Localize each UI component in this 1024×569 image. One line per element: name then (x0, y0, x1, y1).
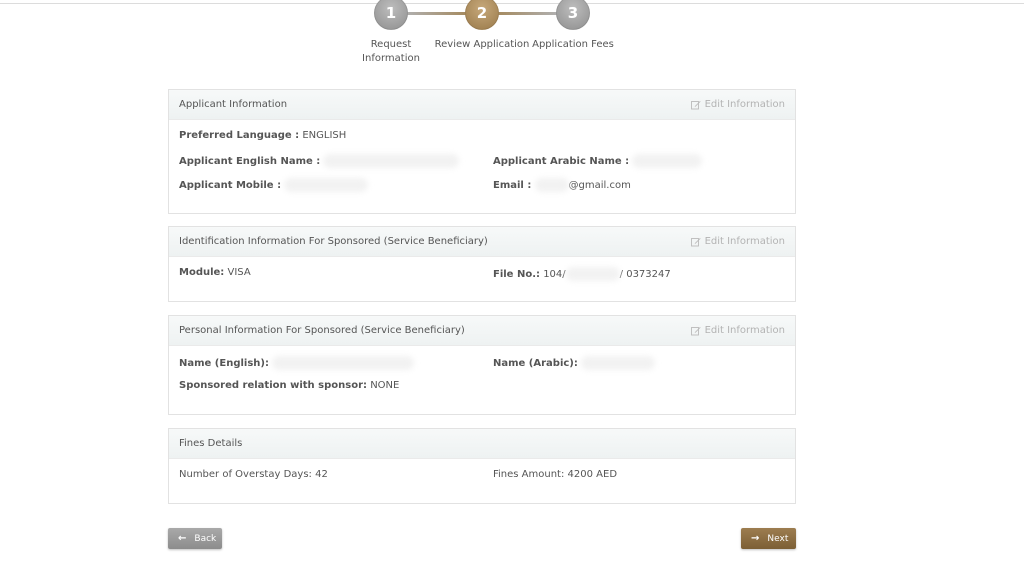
email-label: Email : (493, 180, 532, 191)
redacted-file-number (565, 267, 620, 281)
next-button-label: Next (767, 533, 789, 544)
edit-information-label: Edit Information (704, 325, 785, 336)
arrow-left-icon: ← (178, 533, 187, 544)
preferred-language-row: Preferred Language : ENGLISH (179, 130, 346, 141)
name-arabic-label: Name (Arabic): (493, 358, 578, 369)
overstay-days-row: Number of Overstay Days: 42 (179, 469, 328, 480)
file-number-suffix: / 0373247 (619, 269, 671, 280)
edit-information-link[interactable]: Edit Information (690, 236, 785, 247)
edit-icon (690, 237, 701, 246)
file-number-prefix: 104/ (543, 269, 566, 280)
preferred-language-label: Preferred Language : (179, 130, 300, 141)
overstay-days-value: 42 (315, 469, 328, 480)
fines-amount-label: Fines Amount: (493, 469, 565, 480)
back-button[interactable]: ← Back (168, 528, 222, 549)
preferred-language-value: ENGLISH (302, 130, 347, 141)
step-1-circle: 1 (374, 0, 408, 30)
name-english-label: Name (English): (179, 358, 269, 369)
overstay-days-label: Number of Overstay Days: (179, 469, 312, 480)
module-label: Module: (179, 267, 225, 278)
arrow-right-icon: → (751, 533, 760, 544)
redacted-english-name (323, 154, 460, 168)
panel-title: Personal Information For Sponsored (Serv… (179, 325, 465, 336)
step-2-circle: 2 (465, 0, 499, 30)
back-button-label: Back (194, 533, 217, 544)
applicant-arabic-name-row: Applicant Arabic Name : (493, 154, 703, 168)
panel-header: Applicant Information Edit Information (169, 90, 795, 120)
redacted-mobile (284, 178, 369, 192)
panel-header: Identification Information For Sponsored… (169, 227, 795, 257)
file-number-label: File No.: (493, 269, 540, 280)
sponsor-relation-label: Sponsored relation with sponsor: (179, 380, 367, 391)
applicant-mobile-label: Applicant Mobile : (179, 180, 282, 191)
applicant-english-name-label: Applicant English Name : (179, 156, 321, 167)
progress-stepper: 1 2 3 Request Information Review Applica… (0, 0, 1024, 70)
edit-icon (690, 100, 701, 109)
step-connector-1 (405, 12, 467, 15)
applicant-english-name-row: Applicant English Name : (179, 154, 460, 168)
step-1-label: Request Information (356, 38, 426, 66)
edit-information-label: Edit Information (704, 236, 785, 247)
panel-header: Fines Details (169, 429, 795, 459)
sponsor-relation-row: Sponsored relation with sponsor: NONE (179, 380, 399, 391)
fines-details-panel: Fines Details Number of Overstay Days: 4… (168, 428, 796, 504)
fines-amount-value: 4200 AED (567, 469, 618, 480)
step-connector-2 (497, 12, 557, 15)
edit-information-link[interactable]: Edit Information (690, 325, 785, 336)
step-3-label: Application Fees (532, 39, 614, 50)
personal-information-panel: Personal Information For Sponsored (Serv… (168, 315, 796, 415)
step-2-label: Review Application (434, 39, 530, 50)
applicant-arabic-name-label: Applicant Arabic Name : (493, 156, 630, 167)
redacted-arabic-name (632, 154, 703, 168)
redacted-name-english (272, 356, 415, 370)
step-1-label-line2: Information (362, 53, 420, 64)
next-button[interactable]: → Next (741, 528, 796, 549)
panel-title: Applicant Information (179, 99, 288, 110)
identification-information-panel: Identification Information For Sponsored… (168, 226, 796, 302)
panel-title: Fines Details (179, 438, 243, 449)
step-1-label-line1: Request (370, 39, 412, 50)
applicant-information-panel: Applicant Information Edit Information P… (168, 89, 796, 214)
panel-title: Identification Information For Sponsored… (179, 236, 488, 247)
email-row: Email : @gmail.com (493, 178, 631, 192)
file-number-row: File No.: 104/ / 0373247 (493, 267, 671, 281)
name-english-row: Name (English): (179, 356, 415, 370)
edit-information-label: Edit Information (704, 99, 785, 110)
redacted-email-user (534, 178, 569, 192)
fines-amount-row: Fines Amount: 4200 AED (493, 469, 617, 480)
edit-information-link[interactable]: Edit Information (690, 99, 785, 110)
edit-icon (690, 326, 701, 335)
name-arabic-row: Name (Arabic): (493, 356, 656, 370)
email-value: @gmail.com (568, 180, 631, 191)
redacted-name-arabic (581, 356, 656, 370)
module-value: VISA (227, 267, 251, 278)
step-3-circle: 3 (556, 0, 590, 30)
module-row: Module: VISA (179, 267, 251, 278)
applicant-mobile-row: Applicant Mobile : (179, 178, 369, 192)
sponsor-relation-value: NONE (370, 380, 400, 391)
panel-header: Personal Information For Sponsored (Serv… (169, 316, 795, 346)
